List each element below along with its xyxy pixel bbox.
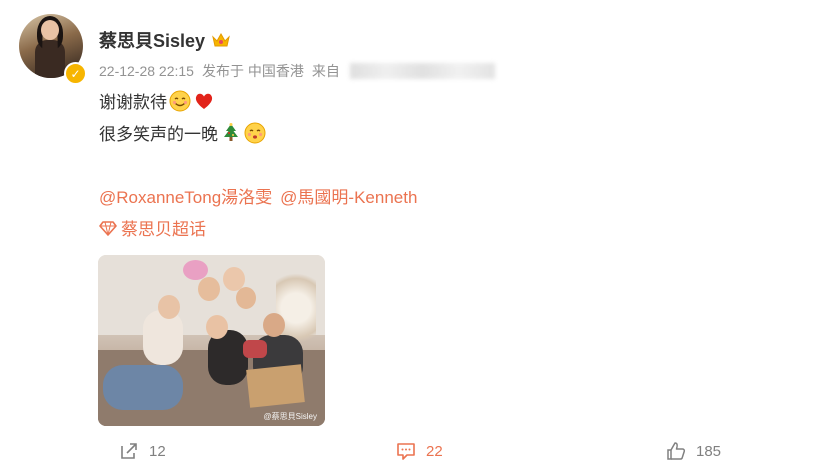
post-text: 谢谢款待	[99, 93, 167, 112]
location: 发布于 中国香港	[201, 63, 304, 79]
verified-badge-icon: ✓	[64, 62, 87, 85]
mentions: @RoxanneTong湯洛雯 @馬國明-Kenneth	[99, 183, 417, 208]
post-photo[interactable]: @蔡思貝Sisley	[98, 255, 325, 426]
source-label: 来自	[311, 63, 340, 79]
repost-button[interactable]: 12	[119, 441, 166, 461]
repost-icon	[121, 443, 137, 459]
supertopic-link[interactable]: 蔡思贝超话	[99, 215, 206, 240]
mention-link-roxanne[interactable]: @RoxanneTong湯洛雯	[99, 183, 272, 208]
smile-emoji-icon	[169, 90, 191, 111]
supertopic-label[interactable]: 蔡思贝超话	[121, 215, 206, 240]
repost-count: 12	[149, 442, 166, 460]
diamond-icon	[99, 220, 117, 236]
crown-icon	[212, 32, 230, 47]
post-text-line-1: 谢谢款待	[99, 88, 215, 113]
post-text: 很多笑声的一晚	[99, 125, 218, 144]
timestamp[interactable]: 22-12-28 22:15	[99, 63, 194, 79]
comment-count: 22	[426, 442, 443, 460]
like-button[interactable]: 185	[666, 441, 721, 461]
post-author[interactable]: 蔡思貝Sisley	[99, 27, 231, 53]
post-text-line-2: 很多笑声的一晚	[99, 120, 266, 145]
like-count: 185	[696, 442, 722, 460]
avatar[interactable]: ✓	[19, 14, 87, 85]
post-meta: 22-12-28 22:15 发布于 中国香港 来自	[99, 61, 495, 81]
kiss-emoji-icon	[244, 122, 266, 143]
mention-link-kenneth[interactable]: @馬國明-Kenneth	[280, 183, 417, 208]
source-blurred	[349, 63, 495, 79]
like-icon	[667, 442, 686, 460]
christmas-tree-emoji-icon	[224, 122, 238, 141]
photo-watermark: @蔡思貝Sisley	[263, 412, 317, 421]
comment-icon	[397, 443, 415, 460]
username[interactable]: 蔡思貝Sisley	[99, 27, 205, 53]
heart-emoji-icon	[195, 93, 213, 109]
comment-button[interactable]: 22	[396, 441, 443, 461]
